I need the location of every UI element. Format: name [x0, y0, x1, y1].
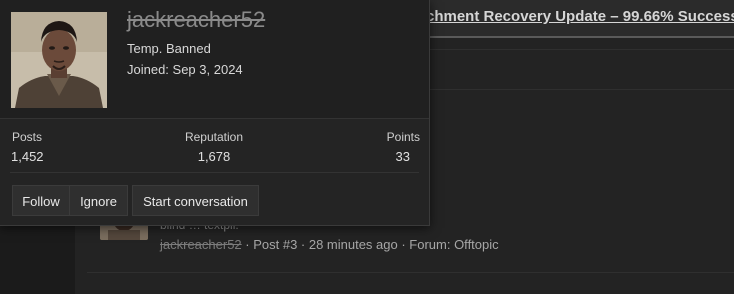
points-label: Points [386, 130, 420, 144]
announcement-link[interactable]: chment Recovery Update – 99.66% Success! [426, 8, 734, 25]
member-joined-date: Joined: Sep 3, 2024 [127, 62, 243, 77]
reputation-label: Reputation [184, 130, 244, 144]
member-status: Temp. Banned [127, 41, 211, 56]
post-author-username[interactable]: jackreacher52 [160, 237, 242, 252]
ignore-button[interactable]: Ignore [69, 185, 128, 216]
reputation-count[interactable]: 1,678 [184, 149, 244, 164]
announcement-banner: chment Recovery Update – 99.66% Success! [420, 0, 734, 38]
follow-button[interactable]: Follow [12, 185, 70, 216]
card-divider [10, 172, 419, 173]
member-avatar[interactable] [11, 12, 107, 108]
divider [87, 272, 734, 273]
points-count[interactable]: 33 [396, 149, 410, 164]
member-tooltip-card: jackreacher52 Temp. Banned Joined: Sep 3… [0, 0, 430, 226]
start-conversation-button[interactable]: Start conversation [132, 185, 259, 216]
post-meta: jackreacher52 · Post #3 · 28 minutes ago… [160, 237, 499, 252]
member-username[interactable]: jackreacher52 [127, 7, 265, 33]
divider [430, 49, 734, 50]
divider [430, 89, 734, 90]
post-meta-details: · Post #3 · 28 minutes ago · Forum: Offt… [241, 237, 499, 252]
posts-label: Posts [12, 130, 43, 144]
posts-count[interactable]: 1,452 [11, 149, 44, 164]
